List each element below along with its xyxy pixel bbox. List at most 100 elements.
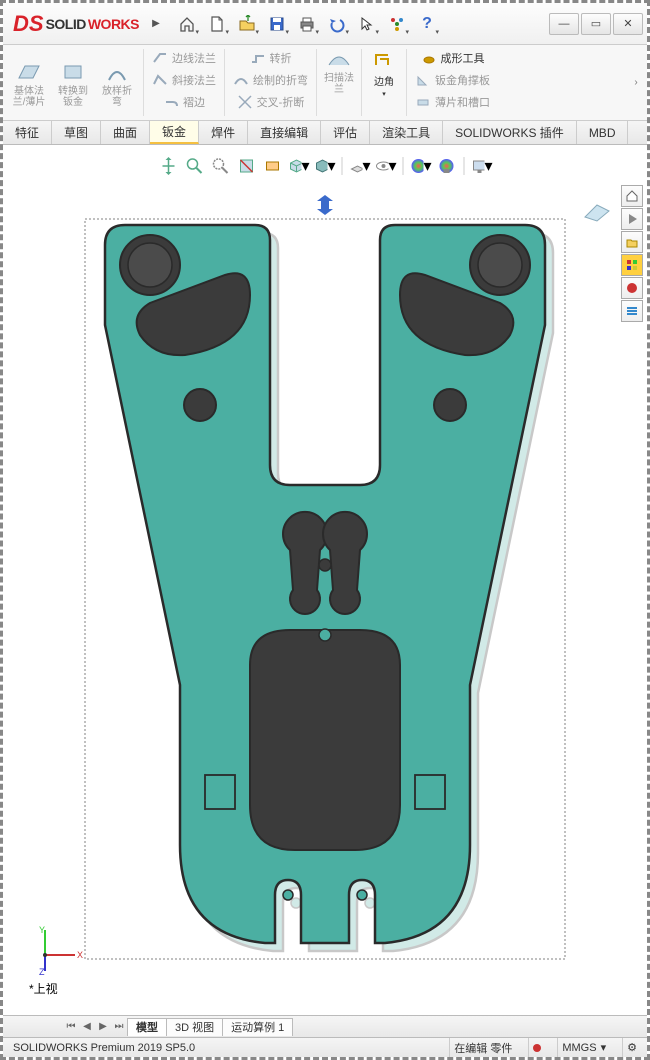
tab-slot-button[interactable]: 薄片和槽口 <box>411 91 494 113</box>
section-view-icon[interactable] <box>236 155 258 177</box>
forming-tool-button[interactable]: 成形工具 <box>417 47 489 69</box>
dynamic-annotation-icon[interactable] <box>262 155 284 177</box>
cross-break-button[interactable]: 交叉-折断 <box>233 91 309 113</box>
tab-direct-edit[interactable]: 直接编辑 <box>248 121 321 144</box>
maximize-button[interactable]: ▭ <box>581 13 611 35</box>
status-edit-mode: 在编辑 零件 <box>449 1038 516 1057</box>
tab-nav-prev[interactable]: ◀ <box>79 1019 95 1035</box>
sp-view-palette-icon[interactable] <box>621 254 643 276</box>
svg-text:Y: Y <box>39 925 45 935</box>
help-button[interactable]: ?▾ <box>413 10 441 38</box>
save-button[interactable]: ▾ <box>263 10 291 38</box>
sp-resources-icon[interactable] <box>621 208 643 230</box>
swept-flange-button[interactable]: 扫描法 兰 <box>317 45 361 120</box>
label: 褶边 <box>183 94 205 110</box>
label: 钣金角撑板 <box>435 72 490 88</box>
miter-flange-button[interactable]: 斜接法兰 <box>148 69 220 91</box>
expand-arrow[interactable]: ▶ <box>149 12 163 36</box>
model-canvas[interactable] <box>65 195 585 985</box>
logo-text-1: SOLID <box>46 16 86 32</box>
jog-button[interactable]: 转折 <box>246 47 296 69</box>
label: 绘制的折弯 <box>253 72 308 88</box>
view-heads-up-toolbar: ▾ ▾ ▾ ▾ ▾ ▾ <box>154 153 497 179</box>
appearance-icon[interactable]: ▾ <box>410 155 432 177</box>
sp-custom-props-icon[interactable] <box>621 300 643 322</box>
label: 边角 <box>374 73 394 88</box>
gusset-button[interactable]: 钣金角撑板 <box>411 69 494 91</box>
hem-button[interactable]: 褶边 <box>159 91 209 113</box>
status-indicator-icon[interactable] <box>528 1038 545 1057</box>
motion-tabs: ⏮ ◀ ▶ ⏭ 模型 3D 视图 运动算例 1 <box>3 1015 647 1037</box>
label: 成形工具 <box>441 50 485 66</box>
label: 交叉-折断 <box>257 94 305 110</box>
status-bar: SOLIDWORKS Premium 2019 SP5.0 在编辑 零件 MMG… <box>3 1037 647 1057</box>
lofted-bend-button[interactable]: 放样折 弯 <box>95 58 139 108</box>
tab-evaluate[interactable]: 评估 <box>321 121 370 144</box>
tab-sketch[interactable]: 草图 <box>52 121 101 144</box>
label: 边线法兰 <box>172 50 216 66</box>
rebuild-button[interactable]: ▾ <box>383 10 411 38</box>
view-orientation-icon[interactable]: ▾ <box>288 155 310 177</box>
label: 基体法 兰/薄片 <box>13 86 46 108</box>
tab-addins[interactable]: SOLIDWORKS 插件 <box>443 121 577 144</box>
tab-sheetmetal[interactable]: 钣金 <box>150 121 199 144</box>
new-button[interactable]: ▾ <box>203 10 231 38</box>
tab-features[interactable]: 特征 <box>3 121 52 144</box>
status-version: SOLIDWORKS Premium 2019 SP5.0 <box>9 1038 199 1057</box>
hide-show-icon[interactable]: ▾ <box>349 155 371 177</box>
view-eye-icon[interactable]: ▾ <box>375 155 397 177</box>
label: 扫描法 兰 <box>324 73 354 95</box>
print-button[interactable]: ▾ <box>293 10 321 38</box>
tab-nav-next[interactable]: ▶ <box>95 1019 111 1035</box>
status-cog-icon[interactable]: ⚙ <box>622 1038 641 1057</box>
orientation-triad[interactable]: X Y Z <box>35 925 85 975</box>
label: 斜接法兰 <box>172 72 216 88</box>
command-tabs: 特征 草图 曲面 钣金 焊件 直接编辑 评估 渲染工具 SOLIDWORKS 插… <box>3 121 647 145</box>
sp-home-icon[interactable] <box>621 185 643 207</box>
ribbon-expand-icon[interactable]: › <box>629 75 643 89</box>
tab-weldments[interactable]: 焊件 <box>199 121 248 144</box>
logo-ds-icon: DS <box>13 11 44 37</box>
display-style-icon[interactable]: ▾ <box>314 155 336 177</box>
minimize-button[interactable]: — <box>549 13 579 35</box>
home-button[interactable]: ▾ <box>173 10 201 38</box>
select-button[interactable]: ▾ <box>353 10 381 38</box>
sketched-bend-button[interactable]: 绘制的折弯 <box>229 69 312 91</box>
label: 转换到 钣金 <box>58 86 88 108</box>
tab-render[interactable]: 渲染工具 <box>370 121 443 144</box>
undo-button[interactable]: ▾ <box>323 10 351 38</box>
view-orientation-label: *上视 <box>29 980 58 997</box>
task-pane <box>621 185 645 322</box>
window-controls: — ▭ ✕ <box>549 13 643 35</box>
zoom-area-icon[interactable] <box>184 155 206 177</box>
origin-marker <box>317 195 333 215</box>
btab-3dview[interactable]: 3D 视图 <box>166 1018 223 1036</box>
close-button[interactable]: ✕ <box>613 13 643 35</box>
ribbon: 基体法 兰/薄片 转换到 钣金 放样折 弯 边线法兰 斜接法兰 褶边 转折 绘制… <box>3 45 647 121</box>
sp-library-icon[interactable] <box>621 231 643 253</box>
scene-icon[interactable] <box>436 155 458 177</box>
viewport[interactable]: ▾ ▾ ▾ ▾ ▾ ▾ <box>3 145 647 1015</box>
corners-button[interactable]: 边角▾ <box>362 45 406 120</box>
btab-motion[interactable]: 运动算例 1 <box>222 1018 293 1036</box>
edge-flange-button[interactable]: 边线法兰 <box>148 47 220 69</box>
status-units[interactable]: MMGS ▾ <box>557 1038 610 1057</box>
open-button[interactable]: ▾ <box>233 10 261 38</box>
label: 转折 <box>270 50 292 66</box>
svg-text:X: X <box>77 950 83 960</box>
tab-nav-first[interactable]: ⏮ <box>63 1019 79 1035</box>
zoom-fit-icon[interactable] <box>158 155 180 177</box>
btab-model[interactable]: 模型 <box>127 1018 167 1036</box>
sp-appearances-icon[interactable] <box>621 277 643 299</box>
label: 放样折 弯 <box>102 86 132 108</box>
app-logo: DS SOLIDWORKS <box>7 11 145 37</box>
title-bar: DS SOLIDWORKS ▶ ▾ ▾ ▾ ▾ ▾ ▾ ▾ ▾ ?▾ — ▭ ✕ <box>3 3 647 45</box>
prev-view-icon[interactable] <box>210 155 232 177</box>
view-settings-icon[interactable]: ▾ <box>471 155 493 177</box>
convert-sheetmetal-button[interactable]: 转换到 钣金 <box>51 58 95 108</box>
tab-surfaces[interactable]: 曲面 <box>101 121 150 144</box>
logo-text-2: WORKS <box>88 16 139 32</box>
tab-nav-last[interactable]: ⏭ <box>111 1019 127 1035</box>
base-flange-button[interactable]: 基体法 兰/薄片 <box>7 58 51 108</box>
tab-mbd[interactable]: MBD <box>577 121 629 144</box>
